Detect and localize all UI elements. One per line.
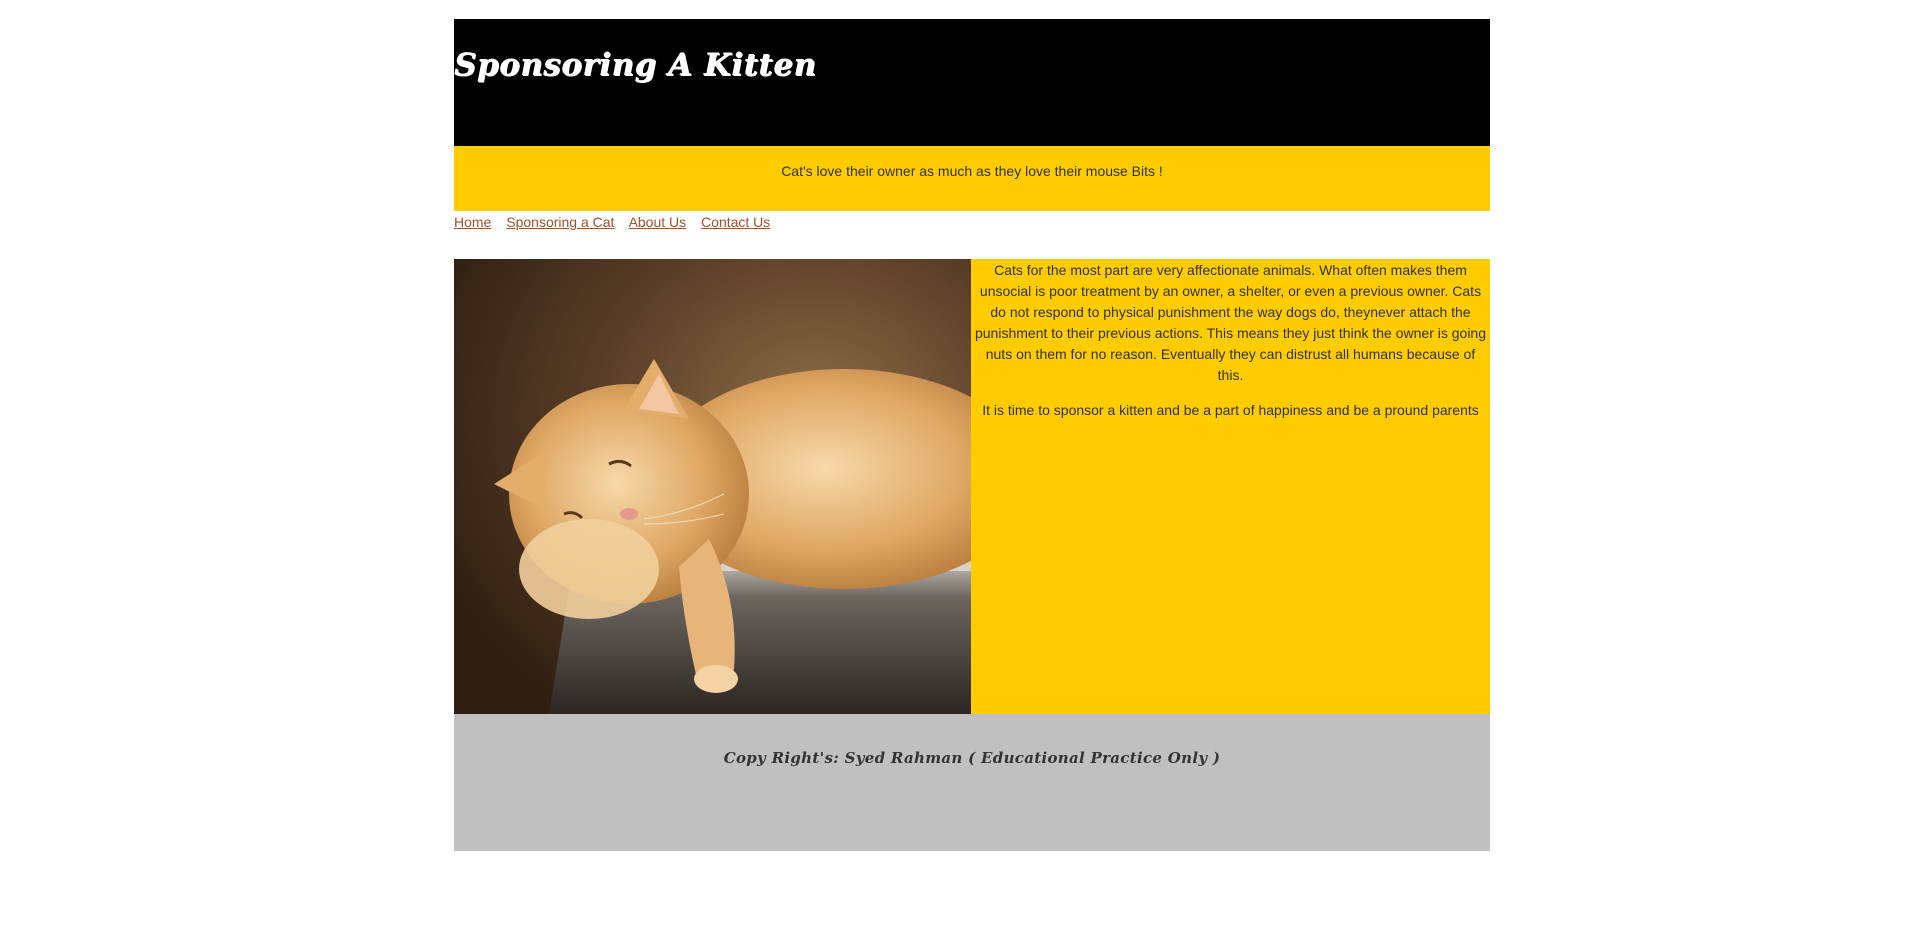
site-header: Sponsoring A Kitten (454, 19, 1490, 146)
content-paragraph-1: Cats for the most part are very affectio… (974, 262, 1486, 383)
nav-link-home[interactable]: Home (454, 214, 491, 230)
footer-copyright: Copy Right's: Syed Rahman ( Educational … (723, 749, 1221, 767)
tagline-text: Cat's love their owner as much as they l… (781, 163, 1163, 179)
nav-link-sponsoring-a-cat[interactable]: Sponsoring a Cat (506, 214, 614, 230)
site-footer: Copy Right's: Syed Rahman ( Educational … (454, 714, 1490, 851)
sleeping-cat-photo (454, 259, 971, 714)
cat-illustration (454, 259, 971, 714)
tagline-bar: Cat's love their owner as much as they l… (454, 146, 1490, 211)
content-text-panel: Cats for the most part are very affectio… (971, 259, 1490, 714)
site-title: Sponsoring A Kitten (454, 47, 817, 83)
page-wrapper: Sponsoring A Kitten Cat's love their own… (454, 19, 1490, 851)
main-content: Cats for the most part are very affectio… (454, 259, 1490, 714)
content-paragraph-2: It is time to sponsor a kitten and be a … (982, 402, 1479, 418)
nav-link-about-us[interactable]: About Us (629, 214, 687, 230)
nav-link-contact-us[interactable]: Contact Us (701, 214, 770, 230)
main-nav: Home Sponsoring a Cat About Us Contact U… (454, 211, 1490, 259)
